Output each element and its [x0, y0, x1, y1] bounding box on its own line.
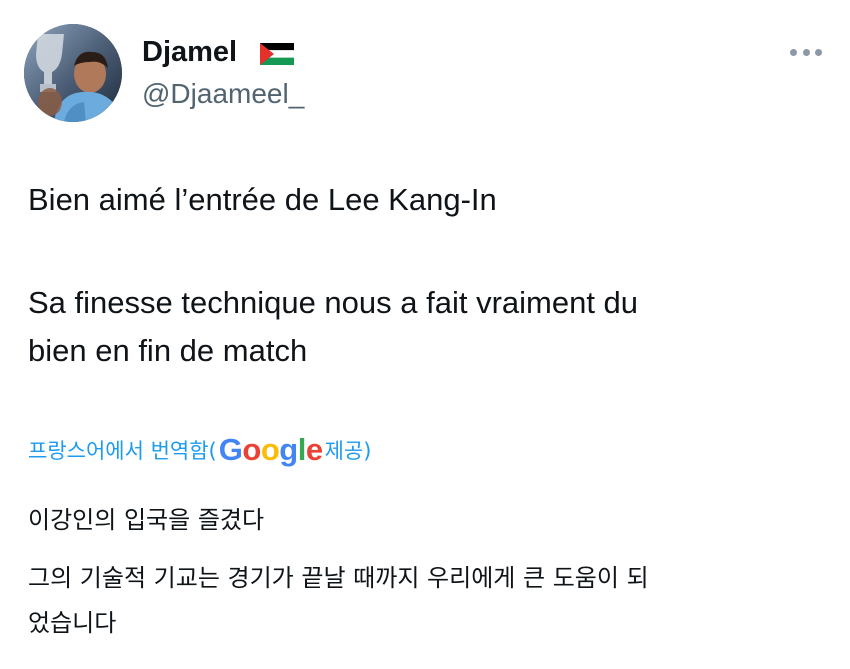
google-letter: e [305, 432, 323, 467]
palestine-flag-icon [260, 43, 294, 65]
more-dot [790, 48, 797, 56]
tweet-text-line: bien en fin de match [28, 333, 308, 368]
more-dot [815, 48, 822, 56]
tweet-text-line: Bien aimé l’entrée de Lee Kang-In [28, 182, 497, 217]
translated-text-line: 었습니다 [28, 609, 117, 637]
google-logo: Google [219, 432, 323, 468]
more-dot [802, 48, 810, 56]
translated-text-line: 그의 기술적 기교는 경기가 끝날 때까지 우리에게 큰 도움이 되 [28, 564, 649, 592]
avatar-photo [24, 24, 122, 122]
google-letter: g [279, 432, 298, 467]
google-letter: G [218, 432, 243, 467]
author-handle[interactable]: @Djaameel_ [142, 77, 304, 111]
tweet-text-line: Sa finesse technique nous a fait vraimen… [28, 285, 639, 320]
google-letter: l [297, 432, 307, 467]
google-letter: o [260, 432, 280, 467]
google-letter: o [242, 432, 261, 467]
translation-attribution-link[interactable]: 프랑스어에서 번역함( Google 제공) [28, 430, 371, 470]
translation-prefix: 프랑스어에서 번역함( [28, 439, 217, 463]
translation-suffix: 제공) [324, 439, 372, 463]
translated-text-line: 이강인의 입국을 즐겼다 [28, 506, 265, 534]
author-display-name[interactable]: Djamel [142, 34, 237, 70]
more-options-icon[interactable] [786, 42, 826, 62]
avatar[interactable] [24, 24, 122, 122]
